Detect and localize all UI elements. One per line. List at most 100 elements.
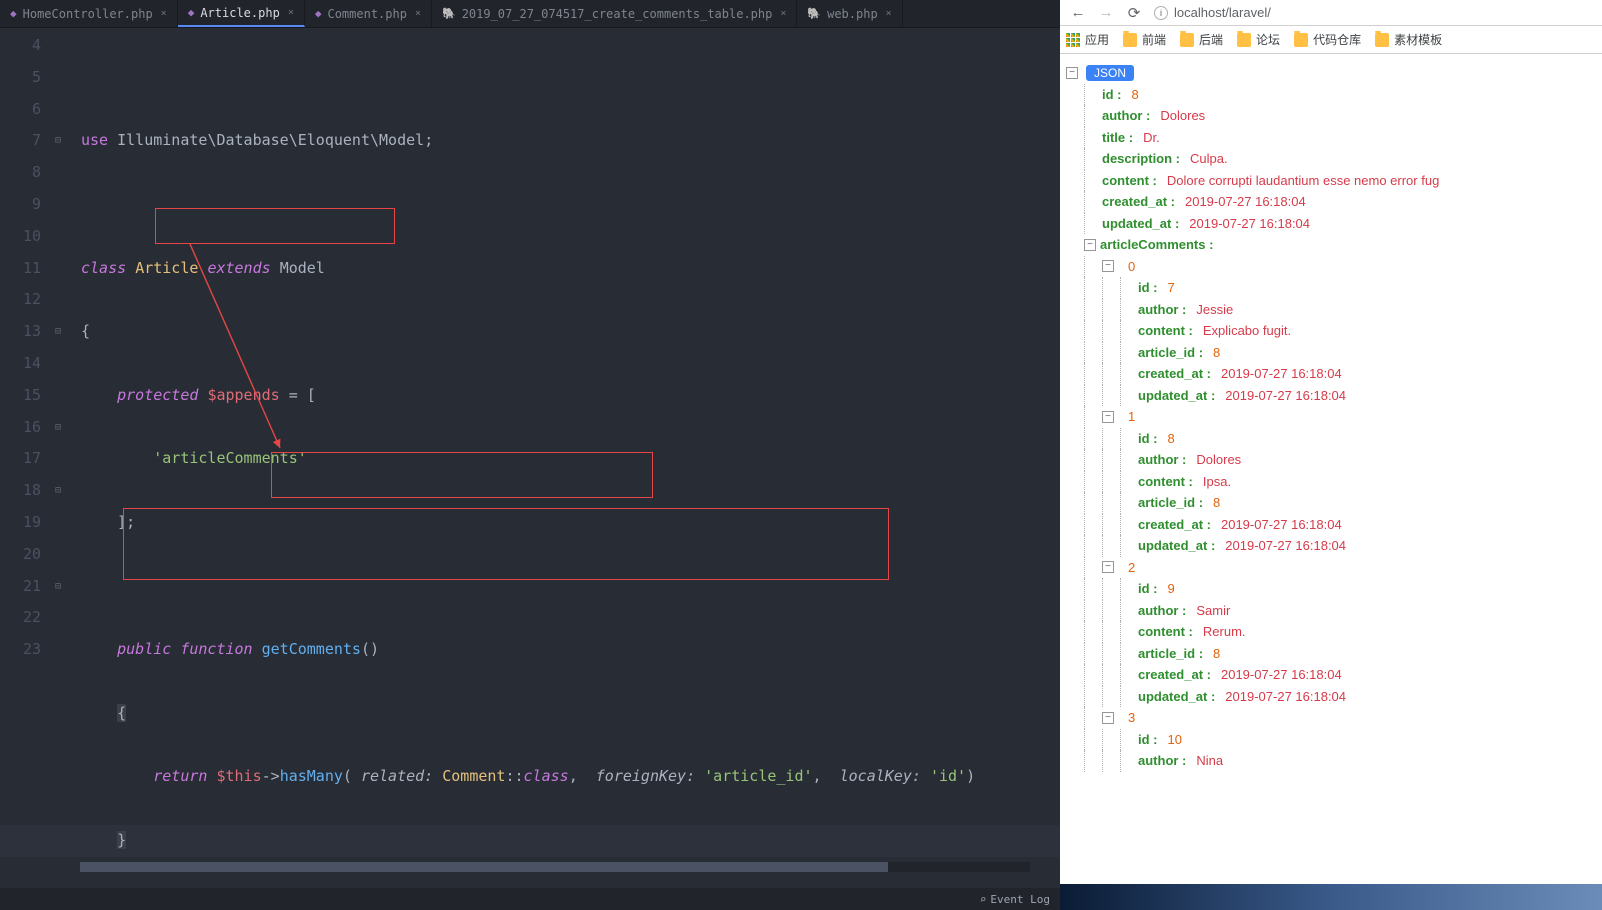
json-value: Dolore corrupti laudantium esse nemo err… [1167,173,1439,188]
json-viewer[interactable]: −JSONid :8author :Dolorestitle :Dr.descr… [1060,54,1602,910]
json-value: 3 [1128,710,1135,725]
bookmark-folder[interactable]: 前端 [1123,31,1166,48]
json-key: author : [1138,603,1186,618]
bookmark-folder[interactable]: 论坛 [1237,31,1280,48]
address-bar[interactable]: i localhost/laravel/ [1148,5,1598,20]
json-key: content : [1138,624,1193,639]
tab-label: Article.php [200,6,279,20]
browser-toolbar: ← → ⟳ i localhost/laravel/ [1060,0,1602,26]
bookmark-folder[interactable]: 后端 [1180,31,1223,48]
fold-gutter: ⊟ ⊟ ⊟⊟ ⊟ [55,28,75,890]
php-icon: ◆ [315,7,322,20]
json-key: updated_at : [1102,216,1179,231]
apps-button[interactable]: 应用 [1066,31,1109,48]
php-icon: ◆ [188,6,195,19]
json-key: id : [1138,581,1158,596]
json-key: title : [1102,130,1133,145]
json-key: id : [1138,431,1158,446]
tree-toggle[interactable]: − [1102,712,1114,724]
tab-label: Comment.php [327,7,406,21]
code-content[interactable]: use Illuminate\Database\Eloquent\Model; … [75,28,1060,890]
close-icon[interactable]: × [780,8,786,19]
close-icon[interactable]: × [288,7,294,18]
tree-toggle[interactable]: − [1084,239,1096,251]
json-value: 0 [1128,259,1135,274]
tab-label: HomeController.php [23,7,153,21]
json-value: 10 [1168,732,1182,747]
json-value: 9 [1168,581,1175,596]
json-key: author : [1138,302,1186,317]
laravel-icon: 🐘 [807,7,821,20]
json-value: 2019-07-27 16:18:04 [1225,689,1346,704]
tab-comment[interactable]: ◆ Comment.php × [305,0,432,27]
bookmark-folder[interactable]: 代码仓库 [1294,31,1361,48]
json-key: articleComments : [1100,237,1213,252]
tab-migration[interactable]: 🐘 2019_07_27_074517_create_comments_tabl… [432,0,797,27]
tab-label: web.php [827,7,878,21]
json-value: 2019-07-27 16:18:04 [1225,388,1346,403]
json-key: author : [1138,452,1186,467]
tree-toggle[interactable]: − [1102,561,1114,573]
apps-icon [1066,33,1080,47]
json-value: Dolores [1196,452,1241,467]
json-value: 8 [1168,431,1175,446]
reload-icon[interactable]: ⟳ [1120,4,1148,22]
tree-toggle[interactable]: − [1066,67,1078,79]
tree-toggle[interactable]: − [1102,260,1114,272]
scrollbar-thumb[interactable] [80,862,888,872]
json-value: 2019-07-27 16:18:04 [1189,216,1310,231]
browser-pane: ← → ⟳ i localhost/laravel/ 应用 前端 后端 论坛 代… [1060,0,1602,910]
bookmarks-bar: 应用 前端 后端 论坛 代码仓库 素材模板 [1060,26,1602,54]
json-key: id : [1138,732,1158,747]
json-key: author : [1102,108,1150,123]
folder-icon [1180,33,1194,47]
laravel-icon: 🐘 [442,7,456,20]
info-icon[interactable]: i [1154,6,1168,20]
folder-icon [1123,33,1137,47]
json-value: Jessie [1196,302,1233,317]
close-icon[interactable]: × [415,8,421,19]
json-value: Explicabo fugit. [1203,323,1291,338]
json-value: 2019-07-27 16:18:04 [1221,517,1342,532]
json-key: content : [1138,474,1193,489]
json-key: updated_at : [1138,388,1215,403]
tree-toggle[interactable]: − [1102,411,1114,423]
json-key: created_at : [1102,194,1175,209]
close-icon[interactable]: × [161,8,167,19]
json-value: 2019-07-27 16:18:04 [1225,538,1346,553]
json-value: Dr. [1143,130,1160,145]
json-value: Dolores [1160,108,1205,123]
folder-icon [1375,33,1389,47]
json-value: 8 [1132,87,1139,102]
php-icon: ◆ [10,7,17,20]
windows-taskbar[interactable] [1060,884,1602,910]
json-value: 8 [1213,495,1220,510]
close-icon[interactable]: × [886,8,892,19]
json-value: 2019-07-27 16:18:04 [1185,194,1306,209]
code-area[interactable]: 456 789 101112 131415 161718 192021 2223… [0,28,1060,890]
tab-home-controller[interactable]: ◆ HomeController.php × [0,0,178,27]
tab-label: 2019_07_27_074517_create_comments_table.… [462,7,773,21]
tab-article[interactable]: ◆ Article.php × [178,0,305,27]
forward-icon[interactable]: → [1092,4,1120,21]
json-key: updated_at : [1138,538,1215,553]
json-key: id : [1102,87,1122,102]
event-log-button[interactable]: ⌕ Event Log [980,893,1050,906]
back-icon[interactable]: ← [1064,4,1092,21]
editor-tabs: ◆ HomeController.php × ◆ Article.php × ◆… [0,0,1060,28]
json-badge: JSON [1086,65,1134,81]
json-key: created_at : [1138,667,1211,682]
horizontal-scrollbar[interactable] [80,862,1030,872]
json-key: created_at : [1138,366,1211,381]
folder-icon [1237,33,1251,47]
json-key: content : [1102,173,1157,188]
json-key: id : [1138,280,1158,295]
tab-web[interactable]: 🐘 web.php × [797,0,902,27]
status-bar: ⌕ Event Log [0,888,1060,910]
json-key: author : [1138,753,1186,768]
folder-icon [1294,33,1308,47]
json-value: Samir [1196,603,1230,618]
bookmark-folder[interactable]: 素材模板 [1375,31,1442,48]
json-value: 2019-07-27 16:18:04 [1221,667,1342,682]
json-key: description : [1102,151,1180,166]
